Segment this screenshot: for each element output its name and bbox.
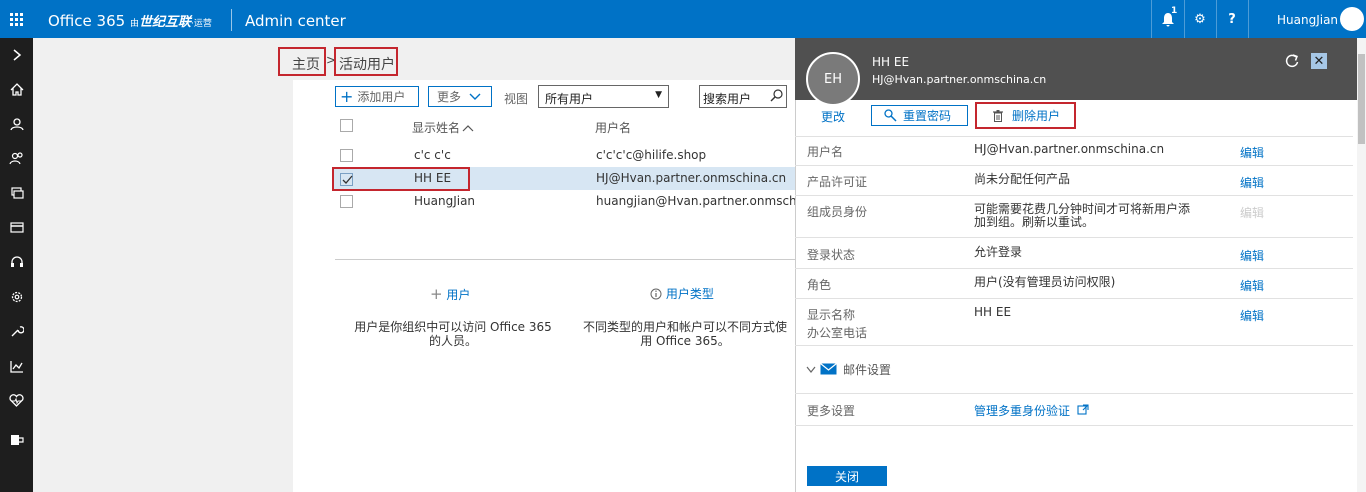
delete-user-button[interactable]: 删除用户 xyxy=(975,102,1076,129)
edit-group-membership-link: 编辑 xyxy=(1240,206,1265,220)
prop-label-sign-in-status: 登录状态 xyxy=(807,248,856,262)
health-heart-icon[interactable] xyxy=(0,385,33,415)
app-title[interactable]: Admin center xyxy=(245,12,346,30)
prop-value-username: HJ@Hvan.partner.onmschina.cn xyxy=(974,142,1165,156)
groups-icon[interactable] xyxy=(0,143,33,173)
row-display-name[interactable]: c'c c'c xyxy=(414,148,451,162)
prop-value-display-name: HH EE xyxy=(974,305,1012,319)
edit-username-link[interactable]: 编辑 xyxy=(1240,144,1264,161)
reset-password-button[interactable]: 重置密码 xyxy=(871,105,968,126)
sort-ascending-icon xyxy=(462,125,474,132)
prop-label-display-name: 显示名称 xyxy=(807,308,856,322)
users-list-pane xyxy=(293,80,795,492)
view-select[interactable]: 所有用户 ▼ xyxy=(538,85,669,108)
settings-gear-icon[interactable]: ⚙ xyxy=(1184,0,1216,38)
prop-label-office-phone: 办公室电话 xyxy=(807,326,868,340)
change-photo-link[interactable]: 更改 xyxy=(821,108,845,125)
column-header-display-name[interactable]: 显示姓名 xyxy=(412,119,474,136)
row-username: c'c'c'c@hilife.shop xyxy=(596,148,707,162)
brand-logo[interactable]: Office 365 由世纪互联·运营 xyxy=(48,11,212,30)
plus-icon: + xyxy=(430,285,443,303)
exchange-admin-icon[interactable] xyxy=(0,425,33,455)
info-user-text: 用户是你组织中可以访问 Office 365 的人员。 xyxy=(354,320,552,348)
notifications-bell-icon[interactable]: 1 xyxy=(1152,0,1184,38)
users-icon[interactable] xyxy=(0,109,33,139)
view-label: 视图 xyxy=(504,92,529,106)
info-user-link[interactable]: + 用户 xyxy=(430,285,470,303)
edit-sign-in-status-link[interactable]: 编辑 xyxy=(1240,247,1264,264)
info-icon xyxy=(650,288,662,300)
edit-contact-info-link[interactable]: 编辑 xyxy=(1240,307,1264,324)
support-headset-icon[interactable] xyxy=(0,247,33,277)
billing-icon[interactable] xyxy=(0,212,33,242)
selected-row-highlight xyxy=(332,167,470,191)
panel-user-email: HJ@Hvan.partner.onmschina.cn xyxy=(872,73,1047,86)
mail-settings-section[interactable]: 邮件设置 xyxy=(806,361,891,378)
panel-user-name: HH EE xyxy=(872,55,910,69)
key-search-icon xyxy=(884,109,897,122)
prop-label-license: 产品许可证 xyxy=(807,175,868,189)
row-username: HJ@Hvan.partner.onmschina.cn xyxy=(596,171,787,185)
edit-role-link[interactable]: 编辑 xyxy=(1240,277,1264,294)
reports-chart-icon[interactable] xyxy=(0,351,33,381)
row-username: huangjian@Hvan.partner.onmschina xyxy=(596,194,795,208)
refresh-icon[interactable] xyxy=(1284,53,1300,73)
row-checkbox[interactable] xyxy=(340,149,353,162)
prop-value-license: 尚未分配任何产品 xyxy=(974,172,1071,186)
home-icon[interactable] xyxy=(0,74,33,104)
top-bar: Office 365 由世纪互联·运营 Admin center 1 ⚙ ? H… xyxy=(0,0,1366,38)
setup-wrench-icon[interactable] xyxy=(0,316,33,346)
section-divider xyxy=(335,259,795,260)
signed-in-user-name[interactable]: HuangJian xyxy=(1277,13,1338,27)
chevron-down-icon xyxy=(469,93,481,100)
search-icon xyxy=(770,88,784,105)
prop-label-role: 角色 xyxy=(807,278,832,292)
external-link-icon xyxy=(1077,404,1089,415)
chevron-down-icon xyxy=(806,366,816,373)
more-dropdown[interactable]: 更多 xyxy=(428,86,492,107)
column-header-username[interactable]: 用户名 xyxy=(595,119,631,136)
trash-icon xyxy=(993,109,1003,122)
manage-mfa-link[interactable]: 管理多重身份验证 xyxy=(974,402,1089,419)
breadcrumb-active-users: 活动用户 xyxy=(334,47,398,76)
expand-nav-chevron-icon[interactable] xyxy=(0,40,33,70)
row-checkbox[interactable] xyxy=(340,195,353,208)
app-launcher-icon[interactable] xyxy=(0,0,33,38)
notification-count: 1 xyxy=(1171,6,1178,16)
mail-envelope-icon xyxy=(820,363,837,375)
dropdown-arrow-icon: ▼ xyxy=(655,90,662,100)
info-user-types-text: 不同类型的用户和帐户可以不同方式使用 Office 365。 xyxy=(582,320,787,348)
breadcrumb-home[interactable]: 主页 xyxy=(278,47,326,76)
plus-icon: + xyxy=(340,87,354,106)
prop-value-group-membership: 可能需要花费几分钟时间才可将新用户添加到组。刷新以重试。 xyxy=(974,202,1191,229)
prop-value-role: 用户(没有管理员访问权限) xyxy=(974,275,1116,289)
prop-label-username: 用户名 xyxy=(807,145,844,159)
settings-icon[interactable] xyxy=(0,282,33,312)
close-panel-button[interactable]: 关闭 xyxy=(807,466,887,486)
info-user-types-link[interactable]: 用户类型 xyxy=(650,285,714,302)
search-users-input[interactable]: 搜索用户 xyxy=(699,85,787,108)
resources-icon[interactable] xyxy=(0,178,33,208)
panel-scrollbar-thumb[interactable] xyxy=(1358,54,1365,144)
user-avatar[interactable] xyxy=(1340,7,1364,31)
user-initials-avatar: EH xyxy=(806,52,860,106)
edit-license-link[interactable]: 编辑 xyxy=(1240,174,1264,191)
help-icon[interactable]: ? xyxy=(1216,0,1248,38)
add-user-button[interactable]: + 添加用户 xyxy=(335,86,419,107)
select-all-checkbox[interactable] xyxy=(340,119,353,132)
left-nav xyxy=(0,38,33,492)
row-display-name[interactable]: HuangJian xyxy=(414,194,475,208)
panel-close-icon[interactable]: ✕ xyxy=(1311,53,1327,69)
panel-header xyxy=(795,38,1357,100)
prop-value-sign-in-status: 允许登录 xyxy=(974,245,1023,259)
prop-label-group-membership: 组成员身份 xyxy=(807,205,868,219)
header-divider xyxy=(231,9,232,31)
more-settings-label: 更多设置 xyxy=(807,404,856,418)
